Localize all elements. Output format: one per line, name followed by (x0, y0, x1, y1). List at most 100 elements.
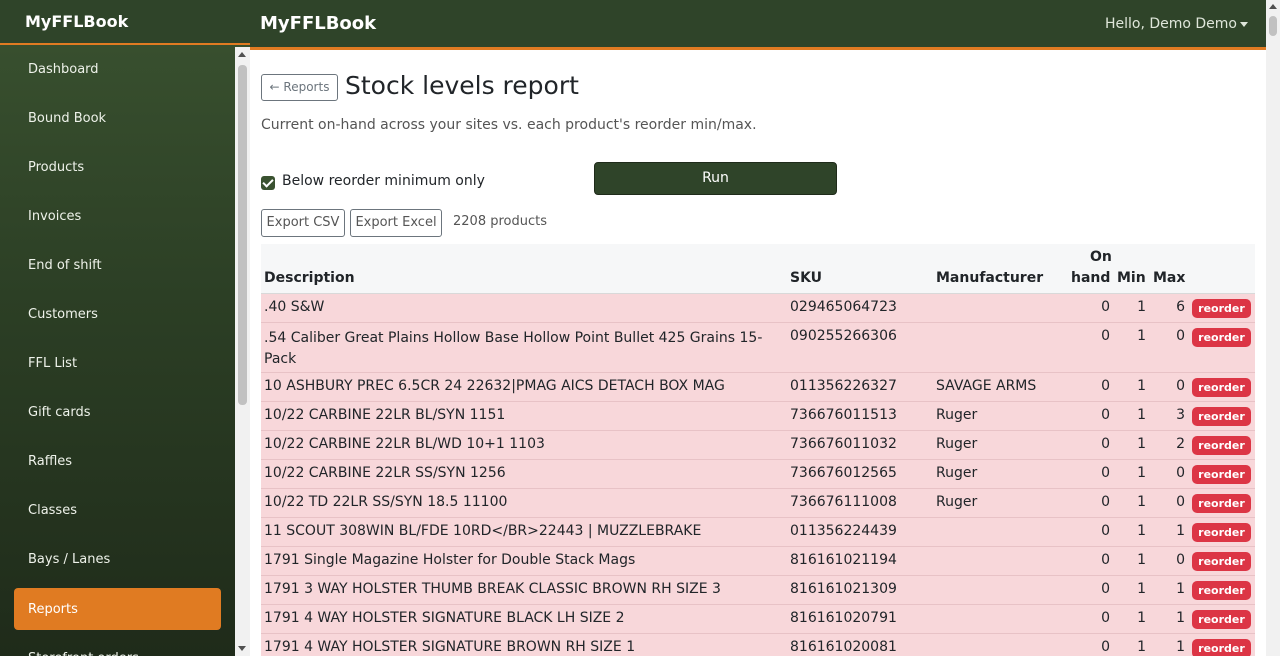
cell-description: 1791 4 WAY HOLSTER SIGNATURE BROWN RH SI… (264, 639, 636, 655)
cell-description: 10/22 CARBINE 22LR BL/WD 10+1 1103 (264, 436, 545, 452)
sidebar-item-bound-book[interactable]: Bound Book (14, 97, 221, 139)
cell-min: 1 (1137, 465, 1146, 481)
cell-description: 10/22 CARBINE 22LR BL/SYN 1151 (264, 407, 506, 423)
cell-min: 1 (1137, 639, 1146, 655)
table-row[interactable]: 10 ASHBURY PREC 6.5CR 24 22632|PMAG AICS… (261, 373, 1255, 402)
user-menu-dropdown[interactable]: Hello, Demo Demo (1105, 16, 1248, 32)
reorder-badge: reorder (1192, 523, 1251, 542)
cell-on-hand: 0 (1101, 523, 1110, 539)
cell-description: 10/22 CARBINE 22LR SS/SYN 1256 (264, 465, 506, 481)
table-row[interactable]: 1791 4 WAY HOLSTER SIGNATURE BROWN RH SI… (261, 634, 1255, 656)
cell-max: 2 (1176, 436, 1185, 452)
table-row[interactable]: .40 S&W 029465064723 0 1 6 reorder (261, 294, 1255, 323)
sidebar-item-dashboard[interactable]: Dashboard (14, 48, 221, 90)
cell-min: 1 (1137, 523, 1146, 539)
table-row[interactable]: 10/22 CARBINE 22LR SS/SYN 1256 736676012… (261, 460, 1255, 489)
back-to-reports-button[interactable]: ← Reports (261, 74, 338, 101)
sidebar-item-end-of-shift[interactable]: End of shift (14, 244, 221, 286)
table-row[interactable]: 1791 3 WAY HOLSTER THUMB BREAK CLASSIC B… (261, 576, 1255, 605)
sidebar-item-invoices[interactable]: Invoices (14, 195, 221, 237)
cell-min: 1 (1137, 378, 1146, 394)
reorder-badge: reorder (1192, 494, 1251, 513)
cell-sku: 011356224439 (790, 523, 897, 539)
cell-on-hand: 0 (1101, 494, 1110, 510)
reorder-badge: reorder (1192, 465, 1251, 484)
cell-on-hand: 0 (1101, 378, 1110, 394)
cell-on-hand: 0 (1101, 328, 1110, 344)
cell-manufacturer: Ruger (936, 407, 978, 423)
scroll-down-arrow-icon[interactable] (238, 646, 246, 651)
sidebar-scrollbar-thumb[interactable] (238, 65, 247, 405)
sidebar-item-bays-lanes[interactable]: Bays / Lanes (14, 538, 221, 580)
cell-sku: 029465064723 (790, 299, 897, 315)
table-row[interactable]: 1791 Single Magazine Holster for Double … (261, 547, 1255, 576)
col-header-description: Description (264, 270, 355, 286)
cell-on-hand: 0 (1101, 407, 1110, 423)
cell-sku: 736676011032 (790, 436, 897, 452)
cell-max: 1 (1176, 581, 1185, 597)
table-row[interactable]: 10/22 CARBINE 22LR BL/SYN 1151 736676011… (261, 402, 1255, 431)
table-row[interactable]: 11 SCOUT 308WIN BL/FDE 10RD</BR>22443 | … (261, 518, 1255, 547)
cell-description: 11 SCOUT 308WIN BL/FDE 10RD</BR>22443 | … (264, 523, 702, 539)
sidebar-item-ffl-list[interactable]: FFL List (14, 342, 221, 384)
col-header-sku: SKU (790, 270, 823, 286)
cell-min: 1 (1137, 299, 1146, 315)
cell-description: 10 ASHBURY PREC 6.5CR 24 22632|PMAG AICS… (264, 378, 725, 394)
col-header-on-hand-line2: hand (1071, 270, 1111, 286)
cell-sku: 736676012565 (790, 465, 897, 481)
page-title: Stock levels report (345, 71, 579, 100)
below-min-checkbox[interactable] (261, 176, 275, 190)
cell-max: 0 (1176, 378, 1185, 394)
reorder-badge: reorder (1192, 610, 1251, 629)
below-min-checkbox-label[interactable]: Below reorder minimum only (282, 173, 485, 189)
export-excel-button[interactable]: Export Excel (350, 209, 442, 237)
sidebar-item-gift-cards[interactable]: Gift cards (14, 391, 221, 433)
reorder-badge: reorder (1192, 407, 1251, 426)
cell-on-hand: 0 (1101, 436, 1110, 452)
sidebar-item-reports[interactable]: Reports (14, 588, 221, 630)
cell-sku: 736676111008 (790, 494, 897, 510)
cell-sku: 090255266306 (790, 328, 897, 344)
table-row[interactable]: 10/22 CARBINE 22LR BL/WD 10+1 1103 73667… (261, 431, 1255, 460)
scroll-up-arrow-icon[interactable] (238, 52, 246, 57)
cell-description: .40 S&W (264, 299, 325, 315)
cell-description: 1791 3 WAY HOLSTER THUMB BREAK CLASSIC B… (264, 581, 721, 597)
cell-manufacturer: SAVAGE ARMS (936, 378, 1037, 394)
table-header: Description SKU Manufacturer On hand Min… (261, 244, 1255, 294)
sidebar-nav: Dashboard Bound Book Products Invoices E… (0, 47, 235, 656)
table-row[interactable]: .54 Caliber Great Plains Hollow Base Hol… (261, 323, 1255, 373)
cell-manufacturer: Ruger (936, 465, 978, 481)
sidebar-item-products[interactable]: Products (14, 146, 221, 188)
cell-min: 1 (1137, 610, 1146, 626)
table-row[interactable]: 10/22 TD 22LR SS/SYN 18.5 11100 73667611… (261, 489, 1255, 518)
cell-sku: 816161020791 (790, 610, 897, 626)
export-csv-button[interactable]: Export CSV (261, 209, 345, 237)
navbar-brand[interactable]: MyFFLBook (260, 13, 376, 34)
reorder-badge: reorder (1192, 639, 1251, 656)
cell-on-hand: 0 (1101, 299, 1110, 315)
caret-down-icon (1240, 21, 1248, 27)
reorder-badge: reorder (1192, 299, 1251, 318)
sidebar-item-raffles[interactable]: Raffles (14, 440, 221, 482)
sidebar-brand[interactable]: MyFFLBook (0, 0, 250, 45)
stock-levels-table: Description SKU Manufacturer On hand Min… (261, 244, 1255, 656)
page-scrollbar-thumb[interactable] (1269, 16, 1277, 36)
scroll-up-arrow-icon[interactable] (1269, 4, 1277, 9)
col-header-max: Max (1153, 270, 1186, 286)
sidebar-item-customers[interactable]: Customers (14, 293, 221, 335)
cell-on-hand: 0 (1101, 465, 1110, 481)
cell-description: 1791 Single Magazine Holster for Double … (264, 552, 636, 568)
reorder-badge: reorder (1192, 436, 1251, 455)
cell-sku: 816161021194 (790, 552, 897, 568)
cell-manufacturer: Ruger (936, 436, 978, 452)
page-scrollbar[interactable] (1266, 0, 1280, 656)
sidebar-item-storefront-orders[interactable]: Storefront orders (14, 637, 221, 656)
cell-min: 1 (1137, 552, 1146, 568)
cell-sku: 736676011513 (790, 407, 897, 423)
table-row[interactable]: 1791 4 WAY HOLSTER SIGNATURE BLACK LH SI… (261, 605, 1255, 634)
run-button[interactable]: Run (594, 162, 837, 195)
reorder-badge: reorder (1192, 378, 1251, 397)
sidebar-item-classes[interactable]: Classes (14, 489, 221, 531)
sidebar-scrollbar[interactable] (235, 47, 250, 656)
cell-max: 3 (1176, 407, 1185, 423)
